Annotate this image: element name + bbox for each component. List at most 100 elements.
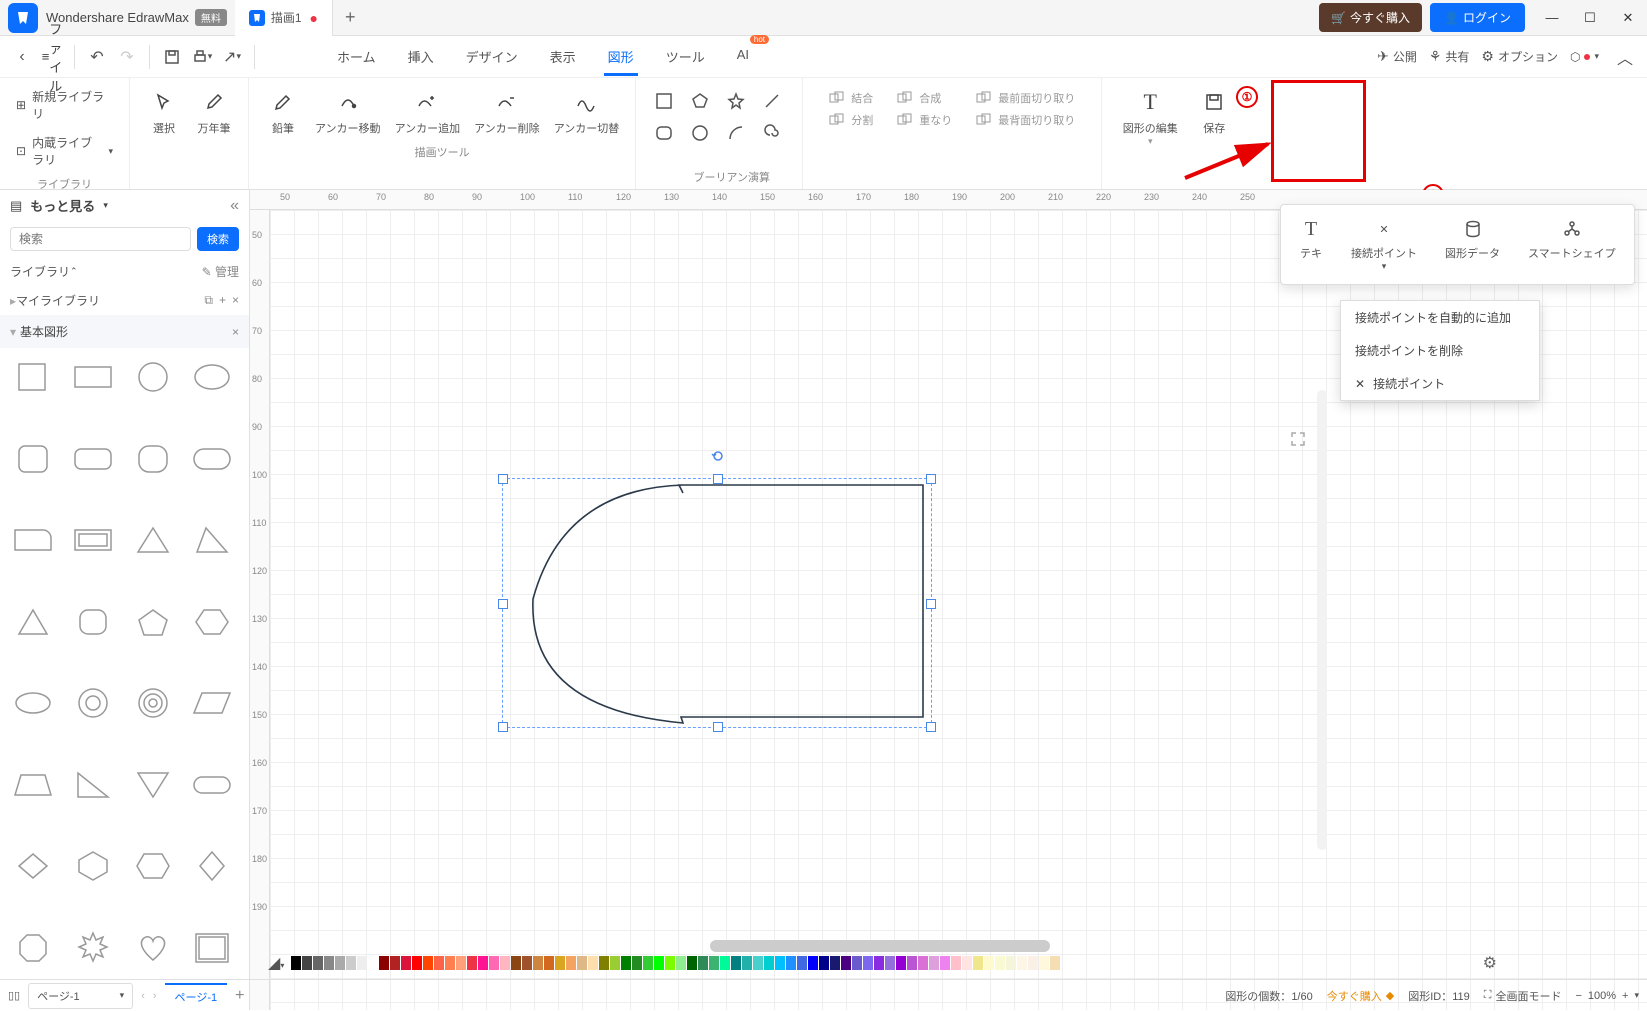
ps-roundpoly[interactable] <box>70 603 116 641</box>
color-swatch[interactable] <box>302 956 312 970</box>
nav-back-button[interactable]: ‹ <box>8 43 36 71</box>
color-swatch[interactable] <box>896 956 906 970</box>
color-swatch[interactable] <box>984 956 994 970</box>
handle-e[interactable] <box>926 599 936 609</box>
menu-tab-tools[interactable]: ツール <box>662 39 709 74</box>
search-input[interactable] <box>10 227 191 251</box>
color-swatch[interactable] <box>445 956 455 970</box>
options-button[interactable]: ⚙オプション <box>1481 48 1558 65</box>
color-swatch[interactable] <box>522 956 532 970</box>
color-swatch[interactable] <box>1028 956 1038 970</box>
new-library-button[interactable]: ⊞新規ライブラリ <box>10 84 119 126</box>
ps-target[interactable] <box>130 684 176 722</box>
color-swatch[interactable] <box>797 956 807 970</box>
color-swatch[interactable] <box>423 956 433 970</box>
zoom-out-button[interactable]: − <box>1575 990 1581 1002</box>
color-swatch[interactable] <box>808 956 818 970</box>
color-swatch[interactable] <box>687 956 697 970</box>
color-swatch[interactable] <box>390 956 400 970</box>
context-connection-point[interactable]: ✕接続ポイント <box>1341 367 1539 400</box>
ps-square[interactable] <box>10 358 56 396</box>
color-swatch[interactable] <box>643 956 653 970</box>
anchor-move-button[interactable]: アンカー移動 <box>309 84 387 140</box>
color-swatch[interactable] <box>357 956 367 970</box>
publish-button[interactable]: ✈公開 <box>1377 48 1417 65</box>
ps-ellipse[interactable] <box>189 358 235 396</box>
shape-square[interactable] <box>650 88 678 114</box>
shape-circle[interactable] <box>686 120 714 146</box>
color-swatch[interactable] <box>379 956 389 970</box>
ps-trapezoid[interactable] <box>10 766 56 804</box>
ps-donut[interactable] <box>70 684 116 722</box>
context-auto-add[interactable]: 接続ポイントを自動的に追加 <box>1341 301 1539 334</box>
shape-roundrect[interactable] <box>650 120 678 146</box>
color-swatch[interactable] <box>676 956 686 970</box>
bool-union-button[interactable]: 結合 <box>825 88 877 108</box>
color-swatch[interactable] <box>313 956 323 970</box>
scrollbar-vertical[interactable] <box>1317 390 1327 850</box>
ps-pill[interactable] <box>189 766 235 804</box>
ps-frame[interactable] <box>70 521 116 559</box>
bool-subtract-button[interactable]: 分割 <box>825 110 877 130</box>
color-swatch[interactable] <box>742 956 752 970</box>
ps-roundrect[interactable] <box>70 440 116 478</box>
color-swatch[interactable] <box>940 956 950 970</box>
fullscreen-button[interactable]: ⛶全画面モード <box>1484 988 1562 1004</box>
color-swatch[interactable] <box>874 956 884 970</box>
color-swatch[interactable] <box>467 956 477 970</box>
bool-compose-button[interactable]: 合成 <box>893 88 956 108</box>
copy-icon[interactable]: ⧉ <box>204 293 213 308</box>
ps-roundsquare2[interactable] <box>130 440 176 478</box>
popup-shape-data-button[interactable]: 図形データ <box>1431 209 1514 280</box>
menu-tab-ai[interactable]: AIhot <box>733 39 753 74</box>
close-section-icon[interactable]: × <box>232 325 239 339</box>
collapse-panel-icon[interactable]: « <box>230 197 239 215</box>
color-swatch[interactable] <box>962 956 972 970</box>
ps-rect[interactable] <box>70 358 116 396</box>
ps-hexagon[interactable] <box>189 603 235 641</box>
page-tab[interactable]: ページ-1 <box>165 983 228 1009</box>
pencil-tool-button[interactable]: 鉛筆 <box>259 84 307 140</box>
redo-button[interactable]: ↷ <box>113 43 141 71</box>
tab-add-button[interactable]: + <box>333 7 368 28</box>
color-swatch[interactable] <box>324 956 334 970</box>
handle-se[interactable] <box>926 722 936 732</box>
builtin-library-button[interactable]: ⊡内蔵ライブラリ▾ <box>10 130 119 172</box>
layout-mode-icon[interactable]: ▯▯ <box>8 989 20 1002</box>
window-minimize-button[interactable]: — <box>1533 0 1571 36</box>
anchor-toggle-button[interactable]: アンカー切替 <box>548 84 626 140</box>
color-swatch[interactable] <box>346 956 356 970</box>
ps-triangle3[interactable] <box>10 603 56 641</box>
color-swatch[interactable] <box>511 956 521 970</box>
color-swatch[interactable] <box>841 956 851 970</box>
handle-n[interactable] <box>713 474 723 484</box>
color-swatch[interactable] <box>907 956 917 970</box>
color-swatch[interactable] <box>775 956 785 970</box>
color-swatch[interactable] <box>753 956 763 970</box>
ps-pentagon[interactable] <box>130 603 176 641</box>
ps-dtriangle[interactable] <box>130 766 176 804</box>
menu-tab-shape[interactable]: 図形 <box>604 39 638 74</box>
zoom-dropdown-icon[interactable]: ▾ <box>1634 990 1639 1001</box>
shape-pentagon[interactable] <box>686 88 714 114</box>
ps-tab[interactable] <box>10 521 56 559</box>
ps-doubleframe[interactable] <box>189 929 235 967</box>
ps-roundrect2[interactable] <box>189 440 235 478</box>
color-swatch[interactable] <box>533 956 543 970</box>
ps-burst[interactable] <box>70 929 116 967</box>
file-menu-button[interactable]: ≡ ファイル <box>38 43 66 71</box>
share-button[interactable]: ⚘共有 <box>1429 48 1470 65</box>
color-swatch[interactable] <box>368 956 378 970</box>
menu-tab-home[interactable]: ホーム <box>333 39 380 74</box>
color-swatch[interactable] <box>786 956 796 970</box>
color-swatch[interactable] <box>577 956 587 970</box>
color-swatch[interactable] <box>852 956 862 970</box>
color-swatch[interactable] <box>819 956 829 970</box>
rotate-handle[interactable] <box>711 449 725 463</box>
color-swatch[interactable] <box>995 956 1005 970</box>
shape-edit-button[interactable]: T図形の編集▾ <box>1112 84 1188 151</box>
ps-triangle[interactable] <box>130 521 176 559</box>
canvas-expand-icon[interactable] <box>1289 430 1307 453</box>
color-swatch[interactable] <box>1039 956 1049 970</box>
collapse-ribbon-button[interactable]: ︿ <box>1611 43 1639 71</box>
